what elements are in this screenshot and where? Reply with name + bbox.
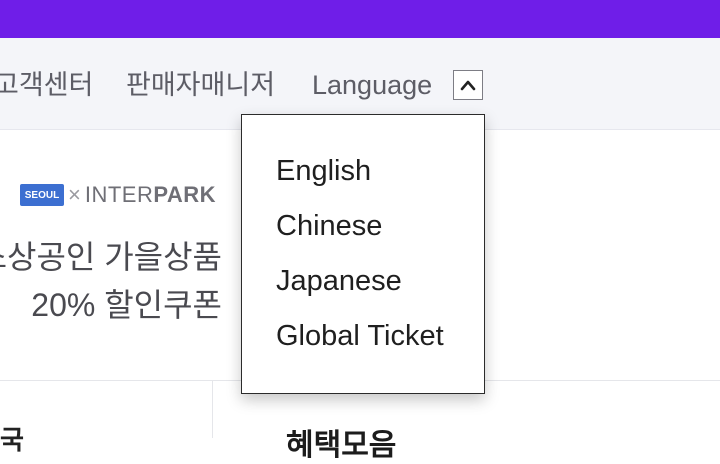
- seller-manager-link[interactable]: 판매자매니저: [126, 68, 275, 102]
- brand-top-bar: [0, 0, 720, 38]
- language-dropdown-menu: English Chinese Japanese Global Ticket: [241, 114, 485, 394]
- chevron-up-icon: [460, 80, 476, 91]
- language-option-english[interactable]: English: [276, 153, 371, 189]
- language-option-chinese[interactable]: Chinese: [276, 208, 382, 244]
- interpark-logo-park: PARK: [153, 182, 217, 207]
- language-toggle-button[interactable]: [453, 70, 483, 100]
- seoul-logo: SEOUL: [20, 184, 64, 206]
- benefits-heading: 혜택모음: [286, 429, 397, 462]
- customer-center-link[interactable]: 고객센터: [0, 68, 93, 102]
- collab-times-symbol: ×: [68, 182, 81, 207]
- language-option-global-ticket[interactable]: Global Ticket: [276, 318, 444, 354]
- collab-logo: SEOUL × INTER PARK: [20, 182, 216, 208]
- category-title-partial: 국: [0, 425, 24, 455]
- language-selector-label[interactable]: Language: [312, 68, 432, 102]
- interpark-logo-inter: INTER: [84, 182, 154, 207]
- column-divider: [212, 381, 213, 438]
- banner-subheadline: 20% 할인쿠폰: [31, 287, 222, 323]
- banner-headline: 소상공인 가을상품: [0, 239, 222, 275]
- language-option-japanese[interactable]: Japanese: [276, 263, 402, 299]
- promo-banner[interactable]: SEOUL × INTER PARK 소상공인 가을상품 20% 할인쿠폰: [0, 132, 240, 378]
